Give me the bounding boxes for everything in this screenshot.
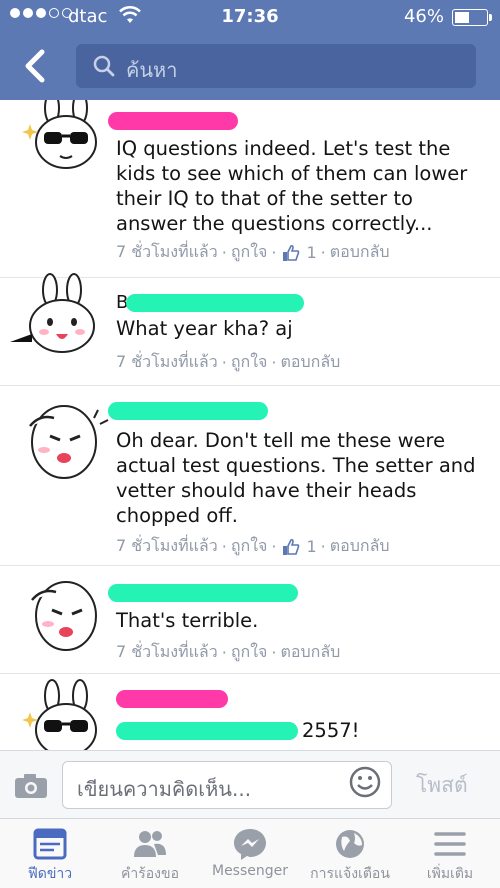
comment-meta: 7 ชั่วโมงที่แล้ว · ถูกใจ · 1 · ตอบกลับ xyxy=(116,534,390,559)
bunny-sunglasses-avatar[interactable] xyxy=(22,100,114,182)
redacted-name xyxy=(126,294,304,312)
tab-label: เพิ่มเติม xyxy=(426,866,474,882)
bunny-avatar[interactable] xyxy=(6,272,110,364)
comment-text: 2557! xyxy=(302,719,360,742)
redacted-name xyxy=(108,584,298,602)
comment-item: 2557! xyxy=(0,674,500,750)
reply-link[interactable]: ตอบกลับ xyxy=(330,240,390,265)
redacted-name xyxy=(108,112,238,130)
like-link[interactable]: ถูกใจ xyxy=(231,350,268,375)
tab-bar: ฟีดข่าว คำร้องขอ Messenger การแจ้งเตือน … xyxy=(0,818,500,888)
like-count: 1 xyxy=(306,537,317,556)
search-placeholder: ค้นหา xyxy=(126,58,178,82)
like-count: 1 xyxy=(306,243,317,262)
moon-salute-avatar[interactable] xyxy=(14,570,114,662)
comment-item: That's terrible. 7 ชั่วโมงที่แล้ว · ถูกใ… xyxy=(0,566,500,674)
tab-messenger[interactable]: Messenger xyxy=(200,819,300,888)
thumbs-up-icon xyxy=(283,538,300,555)
comment-time: 7 ชั่วโมงที่แล้ว xyxy=(116,642,218,661)
messenger-icon xyxy=(234,829,266,860)
menu-icon xyxy=(434,832,466,856)
reply-link[interactable]: ตอบกลับ xyxy=(280,350,340,375)
comment-time: 7 ชั่วโมงที่แล้ว xyxy=(116,352,218,371)
comment-meta: 7 ชั่วโมงที่แล้ว · ถูกใจ · ตอบกลับ xyxy=(116,640,340,665)
tab-more[interactable]: เพิ่มเติม xyxy=(400,819,500,888)
comments-list[interactable]: IQ questions indeed. Let's test the kids… xyxy=(0,100,500,750)
tab-label: การแจ้งเตือน xyxy=(310,866,390,882)
post-button[interactable]: โพสต์ xyxy=(416,769,468,802)
battery-icon xyxy=(452,9,492,26)
comment-placeholder: เขียนความคิดเห็น... xyxy=(77,777,252,801)
comment-text: That's terrible. xyxy=(116,609,259,632)
bunny-sunglasses-avatar[interactable] xyxy=(22,678,114,750)
like-link[interactable]: ถูกใจ xyxy=(231,240,268,265)
redacted-name xyxy=(108,402,268,420)
comment-time: 7 ชั่วโมงที่แล้ว xyxy=(116,242,218,261)
redacted-text xyxy=(116,722,298,740)
news-feed-icon xyxy=(33,828,67,860)
search-icon xyxy=(93,55,115,77)
status-bar: dtac 17:36 46% xyxy=(0,0,500,34)
comment-item: IQ questions indeed. Let's test the kids… xyxy=(0,100,500,278)
tab-label: คำร้องขอ xyxy=(121,866,179,882)
tab-notifications[interactable]: การแจ้งเตือน xyxy=(300,819,400,888)
comment-text: Oh dear. Don't tell me these were actual… xyxy=(116,429,476,527)
tab-news-feed[interactable]: ฟีดข่าว xyxy=(0,819,100,888)
comment-meta: 7 ชั่วโมงที่แล้ว · ถูกใจ · 1 · ตอบกลับ xyxy=(116,240,390,265)
emoji-icon[interactable] xyxy=(348,765,382,799)
comment-item: B What year kha? aj 7 ชั่วโมงที่แล้ว · ถ… xyxy=(0,273,500,386)
redacted-name xyxy=(116,690,228,708)
battery-percent: 46% xyxy=(403,6,444,27)
chevron-left-icon[interactable] xyxy=(18,48,52,84)
navigation-bar: dtac 17:36 46% ค้นหา xyxy=(0,0,500,100)
tab-label: ฟีดข่าว xyxy=(27,866,73,882)
comment-input[interactable]: เขียนความคิดเห็น... xyxy=(62,761,392,809)
tab-label: Messenger xyxy=(211,863,289,879)
comment-meta: 7 ชั่วโมงที่แล้ว · ถูกใจ · ตอบกลับ xyxy=(116,350,340,375)
reply-link[interactable]: ตอบกลับ xyxy=(330,534,390,559)
comment-item: Oh dear. Don't tell me these were actual… xyxy=(0,386,500,566)
moon-face-avatar[interactable] xyxy=(14,398,114,490)
like-link[interactable]: ถูกใจ xyxy=(231,640,268,665)
search-input[interactable]: ค้นหา xyxy=(76,44,476,88)
comment-composer: เขียนความคิดเห็น... โพสต์ xyxy=(0,750,500,818)
comment-text: What year kha? aj xyxy=(116,317,293,340)
friend-requests-icon xyxy=(134,831,166,857)
reply-link[interactable]: ตอบกลับ xyxy=(280,640,340,665)
thumbs-up-icon xyxy=(283,244,300,261)
comment-time: 7 ชั่วโมงที่แล้ว xyxy=(116,536,218,555)
comment-text: IQ questions indeed. Let's test the kids… xyxy=(116,137,468,235)
like-link[interactable]: ถูกใจ xyxy=(231,534,268,559)
camera-icon[interactable] xyxy=(14,773,48,799)
globe-notifications-icon xyxy=(336,830,364,858)
tab-requests[interactable]: คำร้องขอ xyxy=(100,819,200,888)
